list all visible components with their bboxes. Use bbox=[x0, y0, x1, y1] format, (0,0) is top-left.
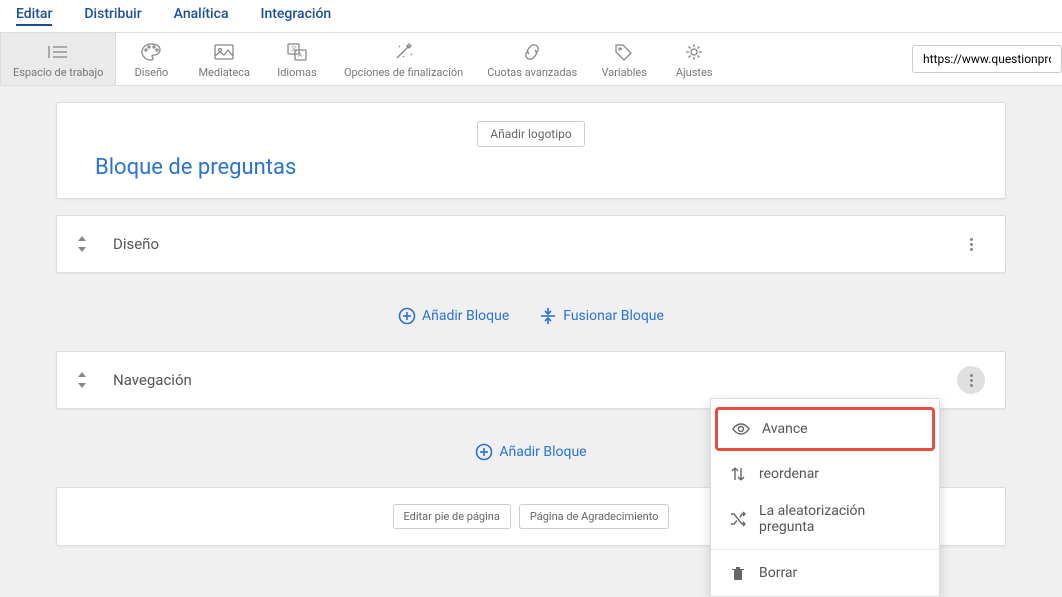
tool-mediateca[interactable]: Mediateca bbox=[186, 33, 261, 85]
block-title: Diseño bbox=[113, 235, 957, 253]
tool-label: Variables bbox=[601, 66, 647, 79]
more-button[interactable] bbox=[957, 230, 985, 258]
toolbar: Espacio de trabajo Diseño Mediateca 文A I… bbox=[0, 33, 1062, 86]
nav-distribuir[interactable]: Distribuir bbox=[84, 6, 141, 26]
shuffle-icon bbox=[729, 510, 747, 528]
nav-editar[interactable]: Editar bbox=[16, 6, 52, 26]
add-block-button[interactable]: Añadir Bloque bbox=[398, 307, 509, 325]
tool-ajustes[interactable]: Ajustes bbox=[659, 33, 729, 85]
tag-icon bbox=[613, 41, 635, 63]
add-logo-button[interactable]: Añadir logotipo bbox=[477, 121, 584, 147]
menu-label: Avance bbox=[762, 421, 808, 437]
wand-icon bbox=[393, 41, 415, 63]
action-label: Añadir Bloque bbox=[422, 308, 509, 324]
drag-handle-icon[interactable] bbox=[77, 372, 87, 388]
highlight-annotation: Avance bbox=[715, 407, 935, 451]
tool-idiomas[interactable]: 文A Idiomas bbox=[262, 33, 332, 85]
menu-avance[interactable]: Avance bbox=[718, 410, 932, 448]
image-icon bbox=[213, 41, 235, 63]
survey-title[interactable]: Bloque de preguntas bbox=[81, 155, 981, 180]
tool-label: Espacio de trabajo bbox=[13, 66, 103, 79]
menu-aleatorizacion[interactable]: La aleatorización pregunta bbox=[711, 493, 939, 545]
tool-label: Idiomas bbox=[277, 66, 316, 79]
trash-icon bbox=[729, 564, 747, 582]
url-input[interactable] bbox=[912, 45, 1062, 73]
tool-label: Diseño bbox=[135, 66, 169, 79]
nav-analitica[interactable]: Analítica bbox=[174, 6, 229, 26]
action-label: Fusionar Bloque bbox=[563, 308, 664, 324]
gear-icon bbox=[683, 41, 705, 63]
nav-integracion[interactable]: Integración bbox=[261, 6, 332, 26]
block-context-menu: Avance reordenar La aleatorización pregu… bbox=[710, 398, 940, 597]
add-block-button[interactable]: Añadir Bloque bbox=[475, 443, 586, 461]
survey-header-card: Añadir logotipo Bloque de preguntas bbox=[56, 102, 1006, 199]
thanks-page-button[interactable]: Página de Agradecimiento bbox=[519, 504, 670, 529]
menu-label: reordenar bbox=[759, 466, 819, 482]
action-label: Añadir Bloque bbox=[499, 444, 586, 460]
plus-circle-icon bbox=[475, 443, 493, 461]
tool-variables[interactable]: Variables bbox=[589, 33, 659, 85]
url-box bbox=[912, 45, 1062, 73]
tool-opciones[interactable]: Opciones de finalización bbox=[332, 33, 475, 85]
tool-espacio[interactable]: Espacio de trabajo bbox=[0, 33, 116, 85]
block-actions: Añadir Bloque Fusionar Bloque bbox=[56, 289, 1006, 351]
link-icon bbox=[521, 41, 543, 63]
menu-divider bbox=[711, 549, 939, 550]
menu-reordenar[interactable]: reordenar bbox=[711, 455, 939, 493]
tool-label: Mediateca bbox=[198, 66, 249, 79]
block-title: Navegación bbox=[113, 371, 957, 389]
merge-block-button[interactable]: Fusionar Bloque bbox=[539, 307, 664, 325]
tool-label: Opciones de finalización bbox=[344, 66, 463, 79]
reorder-icon bbox=[729, 465, 747, 483]
block-diseno[interactable]: Diseño bbox=[56, 215, 1006, 273]
tool-label: Ajustes bbox=[676, 66, 713, 79]
palette-icon bbox=[140, 41, 162, 63]
workspace-icon bbox=[47, 41, 69, 63]
top-nav: Editar Distribuir Analítica Integración bbox=[0, 0, 1062, 33]
more-button[interactable] bbox=[957, 366, 985, 394]
drag-handle-icon[interactable] bbox=[77, 236, 87, 252]
svg-text:A: A bbox=[298, 52, 302, 59]
language-icon: 文A bbox=[286, 41, 308, 63]
menu-borrar[interactable]: Borrar bbox=[711, 554, 939, 592]
merge-icon bbox=[539, 307, 557, 325]
svg-text:文: 文 bbox=[291, 45, 297, 53]
edit-footer-button[interactable]: Editar pie de página bbox=[393, 504, 511, 529]
tool-label: Cuotas avanzadas bbox=[487, 66, 577, 79]
tool-diseno[interactable]: Diseño bbox=[116, 33, 186, 85]
eye-icon bbox=[732, 420, 750, 438]
menu-label: Borrar bbox=[759, 565, 797, 581]
menu-label: La aleatorización pregunta bbox=[759, 503, 921, 535]
tool-cuotas[interactable]: Cuotas avanzadas bbox=[475, 33, 589, 85]
plus-circle-icon bbox=[398, 307, 416, 325]
